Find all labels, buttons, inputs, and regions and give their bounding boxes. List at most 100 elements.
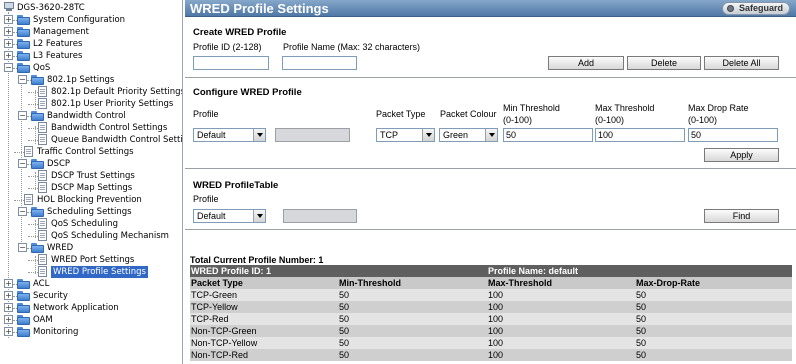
page-icon	[38, 122, 48, 133]
find-profile-select[interactable]: Default	[193, 209, 266, 223]
folder-icon	[17, 51, 30, 61]
tree-item-wred-profile-settings[interactable]: WRED Profile Settings	[0, 266, 182, 278]
tree-item-802-1p-default-priority-settings[interactable]: 802.1p Default Priority Settings	[0, 86, 183, 98]
page-icon	[38, 254, 48, 265]
folder-icon	[17, 315, 30, 325]
tree-item-label: L3 Features	[33, 51, 83, 61]
delete-all-button[interactable]: Delete All	[704, 56, 779, 70]
collapse-icon[interactable]: −	[18, 243, 27, 252]
tree-item-bandwidth-control[interactable]: − Bandwidth Control	[0, 110, 182, 122]
tree-item-acl[interactable]: + ACL	[0, 278, 182, 290]
tree-item-l3-features[interactable]: + L3 Features	[0, 50, 182, 62]
max-drop-rate-label: Max Drop Rate	[688, 103, 749, 113]
expand-icon[interactable]: +	[4, 315, 13, 324]
max-threshold-input[interactable]: 100	[595, 128, 685, 142]
tree-guide-line	[28, 188, 38, 189]
tree-item-monitoring[interactable]: + Monitoring	[0, 326, 182, 338]
tree-item-hol-blocking-prevention[interactable]: HOL Blocking Prevention	[0, 194, 182, 206]
tree-item-queue-bandwidth-control-settings[interactable]: Queue Bandwidth Control Settings	[0, 134, 182, 146]
packet-type-select[interactable]: TCP	[376, 128, 435, 142]
tree-item-label: 802.1p Default Priority Settings	[51, 87, 183, 97]
folder-icon	[31, 111, 44, 121]
expand-icon[interactable]: +	[4, 327, 13, 336]
table-cell: 100	[488, 314, 504, 324]
tree-item-dscp[interactable]: − DSCP	[0, 158, 182, 170]
add-button[interactable]: Add	[548, 56, 624, 70]
max-drop-rate-input[interactable]: 50	[688, 128, 778, 142]
tree-item-bandwidth-control-settings[interactable]: Bandwidth Control Settings	[0, 122, 182, 134]
apply-button[interactable]: Apply	[704, 148, 779, 162]
tree-item-802-1p-user-priority-settings[interactable]: 802.1p User Priority Settings	[0, 98, 182, 110]
collapse-icon[interactable]: −	[18, 111, 27, 120]
profile-id-header: WRED Profile ID: 1	[191, 266, 272, 276]
tree-item-wred-port-settings[interactable]: WRED Port Settings	[0, 254, 182, 266]
safeguard-indicator[interactable]: Safeguard	[721, 2, 790, 15]
table-cell: TCP-Yellow	[191, 302, 238, 312]
tree-item-oam[interactable]: + OAM	[0, 314, 182, 326]
tree-item-scheduling-settings[interactable]: − Scheduling Settings	[0, 206, 182, 218]
tree-item-l2-features[interactable]: + L2 Features	[0, 38, 182, 50]
configure-profile-select[interactable]: Default	[193, 128, 266, 142]
tree-item-management[interactable]: + Management	[0, 26, 182, 38]
table-cell: Non-TCP-Yellow	[191, 338, 258, 348]
profile-name-header: Profile Name: default	[488, 266, 579, 276]
safeguard-label: Safeguard	[738, 3, 783, 13]
expand-icon[interactable]: +	[4, 27, 13, 36]
tree-item-system-configuration[interactable]: + System Configuration	[0, 14, 182, 26]
table-cell: Non-TCP-Red	[191, 350, 249, 360]
table-cell: 100	[488, 326, 504, 336]
table-section-heading: WRED ProfileTable	[193, 180, 279, 191]
tree-item-security[interactable]: + Security	[0, 290, 182, 302]
collapse-icon[interactable]: −	[18, 159, 27, 168]
tree-guide-line	[14, 200, 24, 201]
collapse-icon[interactable]: −	[4, 63, 13, 72]
collapse-icon[interactable]: −	[18, 75, 27, 84]
page-icon	[38, 134, 48, 145]
tree-item-qos-scheduling[interactable]: QoS Scheduling	[0, 218, 182, 230]
tree-item-qos-scheduling-mechanism[interactable]: QoS Scheduling Mechanism	[0, 230, 182, 242]
tree-item-label: WRED	[47, 243, 74, 253]
packet-type-label: Packet Type	[376, 109, 426, 119]
expand-icon[interactable]: +	[4, 279, 13, 288]
expand-icon[interactable]: +	[4, 15, 13, 24]
column-header: Min-Threshold	[339, 278, 401, 288]
tree-item-label: DSCP Map Settings	[51, 183, 133, 193]
expand-icon[interactable]: +	[4, 291, 13, 300]
tree-root[interactable]: DGS-3620-28TC	[17, 2, 85, 14]
tree-item-qos[interactable]: − QoS	[0, 62, 182, 74]
find-button[interactable]: Find	[704, 209, 779, 223]
packet-colour-select[interactable]: Green	[439, 128, 498, 142]
tree-guide-line	[28, 236, 38, 237]
table-cell: 50	[636, 314, 647, 324]
tree-item-dscp-map-settings[interactable]: DSCP Map Settings	[0, 182, 182, 194]
folder-icon	[31, 75, 44, 85]
folder-icon	[17, 39, 30, 49]
tree-item-label: QoS Scheduling Mechanism	[51, 231, 169, 241]
expand-icon[interactable]: +	[4, 51, 13, 60]
profile-name-input[interactable]	[282, 56, 357, 70]
tree-item-label: Security	[33, 291, 68, 301]
tree-item-network-application[interactable]: + Network Application	[0, 302, 182, 314]
table-cell: Non-TCP-Green	[191, 326, 257, 336]
section-divider	[185, 168, 796, 169]
tree-item-label: L2 Features	[33, 39, 83, 49]
delete-button[interactable]: Delete	[627, 56, 701, 70]
table-cell: 50	[339, 326, 350, 336]
profile-id-input[interactable]	[193, 56, 269, 70]
title-bar: WRED Profile Settings Safeguard	[185, 0, 796, 17]
tree-item-wred[interactable]: − WRED	[0, 242, 182, 254]
tree-item-traffic-control-settings[interactable]: Traffic Control Settings	[0, 146, 182, 158]
tree-item-802-1p-settings[interactable]: − 802.1p Settings	[0, 74, 182, 86]
page-icon	[24, 194, 34, 205]
tree-item-label: WRED Port Settings	[51, 255, 135, 265]
expand-icon[interactable]: +	[4, 39, 13, 48]
table-cell: 50	[636, 338, 647, 348]
tree-item-label: DSCP Trust Settings	[51, 171, 135, 181]
tree-item-dscp-trust-settings[interactable]: DSCP Trust Settings	[0, 170, 182, 182]
table-row: TCP-Green 50 100 50	[190, 289, 792, 301]
folder-icon	[17, 291, 30, 301]
min-threshold-input[interactable]: 50	[503, 128, 593, 142]
folder-icon	[17, 27, 30, 37]
expand-icon[interactable]: +	[4, 303, 13, 312]
collapse-icon[interactable]: −	[18, 207, 27, 216]
